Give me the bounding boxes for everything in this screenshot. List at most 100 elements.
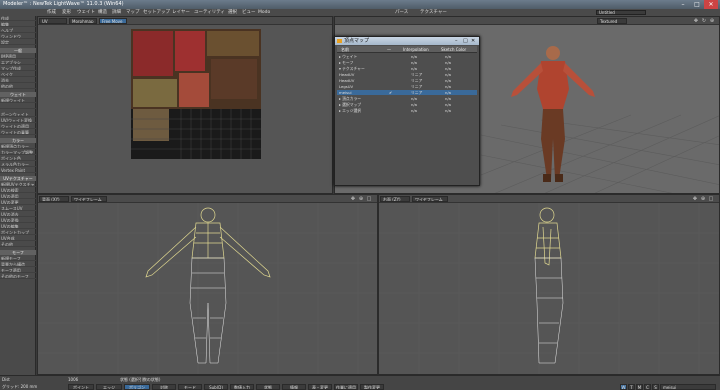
menu-item[interactable]: Modo	[258, 9, 270, 16]
sidebar-tool-button[interactable]: その他のモーフ	[0, 274, 36, 279]
vmap-row[interactable]: ▾ テクスチャー n/a n/a	[337, 66, 477, 71]
zoom-icon[interactable]: ⊕	[700, 196, 706, 202]
sidebar-tool-button[interactable]: その他	[0, 242, 36, 247]
sidebar-tool-button[interactable]: 新規UVテクスチャ	[0, 182, 36, 187]
pan-icon[interactable]: ✥	[350, 196, 356, 202]
free-move-button[interactable]: Free Move	[99, 18, 127, 24]
render-mode-dropdown[interactable]: ワイヤフレーム	[412, 196, 448, 202]
uv-viewport[interactable]: UV Morphmap Free Move	[37, 16, 333, 194]
sidebar-tool-button[interactable]: 編集	[0, 22, 36, 27]
sidebar-tool-button[interactable]: UVの変更	[0, 200, 36, 205]
vmap-row[interactable]: HeadUV リニア n/a	[337, 72, 477, 77]
vmap-row[interactable]: ▸ 選択マップ n/a n/a	[337, 102, 477, 107]
sidebar-tool-button[interactable]: 新規モーフ	[0, 256, 36, 261]
vmap-field[interactable]: meisui	[660, 384, 716, 390]
sidebar-tool-button[interactable]: ポイントカップ	[0, 230, 36, 235]
menu-item[interactable]: 作成	[47, 9, 56, 16]
status-button[interactable]: ポイント	[68, 384, 94, 390]
vmap-row[interactable]: ▸ モーフ n/a n/a	[337, 60, 477, 65]
vertex-map-panel[interactable]: 頂点マップ – □ ✕ 名前 — Interpolation Sketch Co…	[334, 36, 480, 186]
sidebar-tool-button[interactable]: UVの適用	[0, 194, 36, 199]
sidebar-tool-button[interactable]: UVの変換	[0, 218, 36, 223]
sidebar-tool-button[interactable]: ポイント色	[0, 156, 36, 161]
status-button[interactable]: 情報	[282, 384, 306, 390]
menu-item[interactable]: パース	[395, 9, 408, 16]
sidebar-tool-button[interactable]: 設定	[0, 40, 36, 45]
maximize-viewport-icon[interactable]: □	[366, 196, 372, 202]
sidebar-tool-button[interactable]: UVの検索	[0, 188, 36, 193]
sidebar-tool-button[interactable]: 消去	[0, 78, 36, 83]
map-mode-button[interactable]: M	[636, 384, 643, 390]
column-header-interpolation[interactable]: Interpolation	[403, 46, 429, 53]
status-button[interactable]: Sub(D)	[204, 384, 228, 390]
sidebar-tool-button[interactable]: UV/ウェイト変換	[0, 118, 36, 123]
minimize-panel-icon[interactable]: –	[455, 37, 458, 45]
map-mode-button[interactable]: T	[628, 384, 635, 390]
vmap-row[interactable]: ▸ エッジ選択 n/a n/a	[337, 108, 477, 113]
menu-item[interactable]: 詳細	[112, 9, 121, 16]
sidebar-tool-button[interactable]: ベイク	[0, 72, 36, 77]
minimize-button[interactable]: –	[676, 0, 690, 9]
vmap-row[interactable]: HeadUV リニア n/a	[337, 78, 477, 83]
sidebar-tool-button[interactable]: 新規ウェイト	[0, 98, 36, 103]
menu-item[interactable]: ユーティリティ	[194, 9, 225, 16]
sidebar-tool-button[interactable]: メラル色カラー	[0, 162, 36, 167]
vmap-row[interactable]: ▸ 頂点カラー n/a n/a	[337, 96, 477, 101]
menu-item[interactable]: テクスチャー	[420, 9, 447, 16]
sidebar-tool-button[interactable]: UVの編集	[0, 224, 36, 229]
sidebar-tool-button[interactable]: スムースUV	[0, 206, 36, 211]
column-header-name[interactable]: 名前	[341, 46, 349, 53]
sidebar-tool-button[interactable]: モーフ適用	[0, 268, 36, 273]
close-button[interactable]: ✕	[704, 0, 718, 9]
rotate-icon[interactable]: ↻	[701, 18, 707, 24]
status-button[interactable]: 製作変更	[360, 384, 384, 390]
sidebar-tool-button[interactable]: ウェイトの適用	[0, 124, 36, 129]
map-mode-button[interactable]: S	[652, 384, 659, 390]
menu-item[interactable]: 変形	[62, 9, 71, 16]
sidebar-tool-button[interactable]: 背景から構造	[0, 262, 36, 267]
sidebar-tool-button[interactable]: ウィンドウ	[0, 34, 36, 39]
status-button[interactable]: 表・変更	[308, 384, 332, 390]
sidebar-tool-button[interactable]: UV合成	[0, 236, 36, 241]
sidebar-tool-button[interactable]: 作成	[0, 16, 36, 21]
maximize-viewport-icon[interactable]: □	[708, 196, 714, 202]
panel-titlebar[interactable]: 頂点マップ – □ ✕	[335, 37, 479, 45]
zoom-icon[interactable]: ⊕	[709, 18, 715, 24]
menu-item[interactable]: ウェイト	[77, 9, 95, 16]
status-button[interactable]: 状態	[256, 384, 280, 390]
sidebar-tool-button[interactable]: Vertex Paint	[0, 168, 36, 173]
vmap-dropdown[interactable]: Morphmap	[69, 18, 97, 24]
menu-item[interactable]: 構造	[98, 9, 107, 16]
view-type-dropdown[interactable]: 右面 (ZY)	[380, 196, 410, 202]
map-mode-button[interactable]: C	[644, 384, 651, 390]
status-button[interactable]: 数値入力	[230, 384, 254, 390]
view-type-dropdown[interactable]: 背面 (XY)	[39, 196, 69, 202]
column-header-flag[interactable]: —	[387, 46, 391, 53]
render-mode-dropdown[interactable]: Textured	[597, 18, 627, 24]
vmap-row[interactable]: LegsUV リニア n/a	[337, 84, 477, 89]
pan-icon[interactable]: ✥	[692, 196, 698, 202]
menu-item[interactable]: マップ	[126, 9, 140, 16]
menu-item[interactable]: セットアップ	[143, 9, 170, 16]
map-mode-button[interactable]: W	[620, 384, 627, 390]
column-header-sketch-color[interactable]: Sketch Color	[441, 46, 466, 53]
menu-item[interactable]: ビュー	[242, 9, 256, 16]
sidebar-tool-button[interactable]: 新規頂点カラー	[0, 144, 36, 149]
preset-dropdown[interactable]: Untitled	[596, 10, 646, 15]
status-button[interactable]: エッジ	[96, 384, 122, 390]
back-viewport[interactable]: 背面 (XY) ワイヤフレーム ✥ ⊕ □	[37, 194, 378, 375]
status-button[interactable]: モード	[178, 384, 202, 390]
zoom-icon[interactable]: ⊕	[358, 196, 364, 202]
right-viewport[interactable]: 右面 (ZY) ワイヤフレーム ✥ ⊕ □	[378, 194, 720, 375]
sidebar-tool-button[interactable]	[0, 104, 36, 109]
menu-item[interactable]: 選択	[228, 9, 237, 16]
sidebar-tool-button[interactable]: IMP適用	[0, 54, 36, 59]
status-button[interactable]: ポリゴン	[124, 384, 150, 390]
vmap-row[interactable]: meisui ✔ リニア n/a	[337, 90, 477, 95]
pan-icon[interactable]: ✥	[693, 18, 699, 24]
status-button[interactable]: 作業に適用	[334, 384, 358, 390]
sidebar-tool-button[interactable]: 他の他	[0, 84, 36, 89]
maximize-button[interactable]: □	[690, 0, 704, 9]
sidebar-tool-button[interactable]: マップ作成	[0, 66, 36, 71]
sidebar-tool-button[interactable]: UVの消去	[0, 212, 36, 217]
